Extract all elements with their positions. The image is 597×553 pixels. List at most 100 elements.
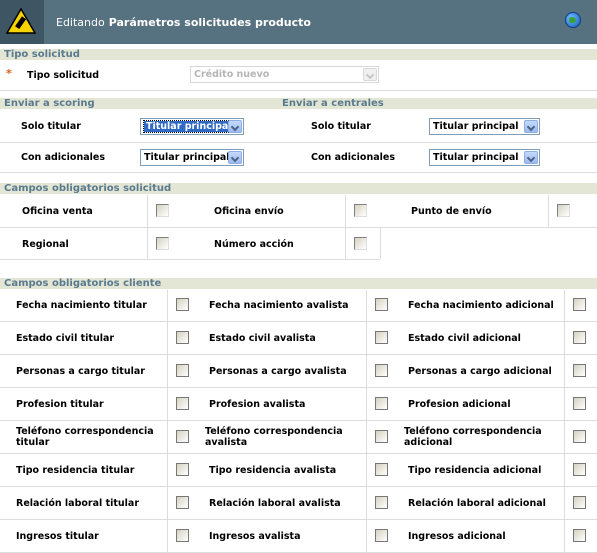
- cliente-field-label: Ingresos titular: [16, 531, 99, 542]
- centrales-con-adicionales-label: Con adicionales: [311, 152, 395, 163]
- field-oficina-envio-checkbox[interactable]: [354, 204, 367, 217]
- cliente-field-label: Personas a cargo adicional: [408, 366, 552, 377]
- cliente-field-label: Ingresos avalista: [209, 531, 301, 542]
- chevron-down-icon: [228, 120, 242, 133]
- cliente-field-checkbox[interactable]: [573, 298, 586, 311]
- cliente-field-checkbox[interactable]: [573, 496, 586, 509]
- cliente-field-checkbox[interactable]: [375, 529, 388, 542]
- cliente-field-label: Personas a cargo titular: [16, 366, 145, 377]
- scoring-solo-titular-label: Solo titular: [21, 121, 81, 132]
- cliente-field-checkbox[interactable]: [176, 430, 189, 443]
- divider: [366, 290, 367, 553]
- cliente-field-checkbox[interactable]: [573, 364, 586, 377]
- cliente-field-label: Profesion titular: [16, 399, 104, 410]
- cliente-field-checkbox[interactable]: [573, 463, 586, 476]
- mode-label: Editando: [56, 16, 105, 29]
- tipo-solicitud-label: Tipo solicitud: [27, 70, 100, 81]
- globe-icon[interactable]: [565, 12, 581, 28]
- cliente-field-label: Profesion adicional: [408, 399, 511, 410]
- header-bar: Editando Parámetros solicitudes producto: [0, 0, 597, 44]
- cliente-field-label: Fecha nacimiento avalista: [209, 300, 349, 311]
- cliente-field-checkbox[interactable]: [375, 463, 388, 476]
- cliente-field-label: Estado civil adicional: [408, 333, 521, 344]
- cliente-field-label: Relación laboral adicional: [408, 498, 546, 509]
- field-regional-label: Regional: [22, 239, 69, 250]
- chevron-down-icon: [363, 68, 377, 81]
- divider: [0, 453, 597, 454]
- cliente-field-label: Estado civil avalista: [209, 333, 316, 344]
- required-marker: *: [6, 67, 12, 80]
- centrales-solo-titular-select[interactable]: Titular principal: [429, 118, 540, 135]
- cliente-field-checkbox[interactable]: [176, 298, 189, 311]
- divider: [0, 227, 597, 228]
- cliente-field-label: Tipo residencia titular: [16, 465, 135, 476]
- cliente-field-label: Relación laboral avalista: [209, 498, 341, 509]
- divider: [0, 486, 597, 487]
- divider: [0, 259, 380, 260]
- cliente-field-checkbox[interactable]: [176, 496, 189, 509]
- cliente-field-checkbox[interactable]: [375, 496, 388, 509]
- field-oficina-envio-label: Oficina envío: [214, 206, 284, 217]
- cliente-field-checkbox[interactable]: [573, 397, 586, 410]
- cliente-field-checkbox[interactable]: [176, 364, 189, 377]
- cliente-field-checkbox[interactable]: [375, 397, 388, 410]
- section-tipo-solicitud: Tipo solicitud: [0, 49, 597, 60]
- cliente-field-checkbox[interactable]: [176, 397, 189, 410]
- field-oficina-venta-label: Oficina venta: [22, 206, 93, 217]
- cliente-field-label: Fecha nacimiento titular: [16, 300, 147, 311]
- divider: [167, 290, 168, 553]
- cliente-field-checkbox[interactable]: [375, 298, 388, 311]
- cliente-field-checkbox[interactable]: [573, 529, 586, 542]
- section-enviar-centrales: Enviar a centrales: [282, 98, 384, 109]
- page-title: Editando Parámetros solicitudes producto: [56, 16, 311, 29]
- scoring-solo-titular-select[interactable]: Titular principal: [140, 118, 244, 135]
- field-numero-accion-checkbox[interactable]: [354, 237, 367, 250]
- cliente-field-label: Fecha nacimiento adicional: [408, 300, 554, 311]
- cliente-field-checkbox[interactable]: [176, 529, 189, 542]
- centrales-solo-titular-label: Solo titular: [311, 121, 371, 132]
- section-campos-solicitud: Campos obligatorios solicitud: [0, 183, 597, 194]
- cliente-field-label: Tipo residencia adicional: [408, 465, 542, 476]
- cliente-field-checkbox[interactable]: [375, 331, 388, 344]
- cliente-field-label: Relación laboral titular: [16, 498, 140, 509]
- cliente-field-checkbox[interactable]: [176, 463, 189, 476]
- divider: [0, 519, 597, 520]
- cliente-field-label: Teléfono correspondencia avalista: [205, 426, 343, 448]
- divider: [0, 90, 597, 91]
- section-campos-cliente: Campos obligatorios cliente: [0, 278, 597, 289]
- divider: [0, 172, 597, 173]
- divider: [0, 420, 597, 421]
- divider: [380, 227, 381, 259]
- field-punto-envio-label: Punto de envío: [411, 206, 492, 217]
- cliente-field-label: Estado civil titular: [16, 333, 115, 344]
- divider: [564, 290, 565, 553]
- field-numero-accion-label: Número acción: [214, 239, 294, 250]
- field-oficina-venta-checkbox[interactable]: [156, 204, 169, 217]
- cliente-field-label: Teléfono correspondencia adicional: [404, 426, 542, 448]
- edit-pencil-icon: [0, 0, 44, 44]
- field-punto-envio-checkbox[interactable]: [557, 204, 570, 217]
- cliente-field-checkbox[interactable]: [176, 331, 189, 344]
- chevron-down-icon: [524, 151, 538, 164]
- divider: [345, 195, 346, 259]
- divider: [0, 142, 597, 143]
- cliente-field-checkbox[interactable]: [375, 364, 388, 377]
- field-regional-checkbox[interactable]: [156, 237, 169, 250]
- centrales-con-adicionales-select[interactable]: Titular principal: [429, 149, 540, 166]
- section-enviar-scoring: Enviar a scoring: [4, 98, 95, 109]
- cliente-field-checkbox[interactable]: [573, 430, 586, 443]
- cliente-field-checkbox[interactable]: [375, 430, 388, 443]
- form-title: Parámetros solicitudes producto: [108, 16, 311, 29]
- cliente-field-label: Tipo residencia avalista: [209, 465, 337, 476]
- divider: [0, 354, 597, 355]
- divider: [147, 195, 148, 259]
- cliente-field-checkbox[interactable]: [573, 331, 586, 344]
- cliente-field-label: Teléfono correspondencia titular: [16, 426, 154, 448]
- divider: [548, 195, 549, 227]
- scoring-con-adicionales-select[interactable]: Titular principal: [140, 149, 244, 166]
- chevron-down-icon: [228, 151, 242, 164]
- divider: [0, 387, 597, 388]
- tipo-solicitud-select[interactable]: Crédito nuevo: [190, 66, 379, 83]
- section-enviar: Enviar a scoring Enviar a centrales: [0, 98, 597, 109]
- cliente-field-label: Ingresos adicional: [408, 531, 506, 542]
